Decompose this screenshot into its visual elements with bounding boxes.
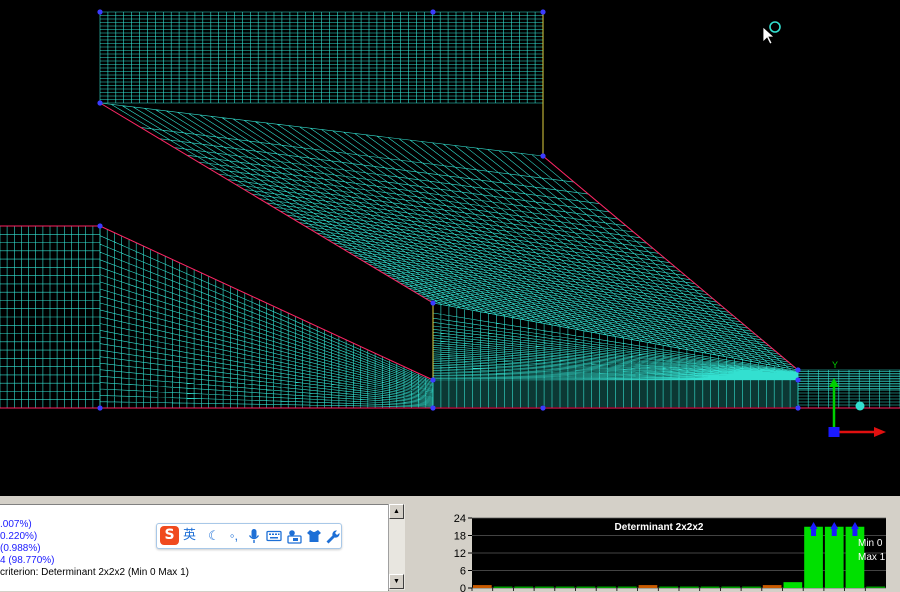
axis-y-label: Y bbox=[832, 360, 838, 370]
bottom-panel: .007%) 0.220%) (0.988%) 4 (98.770%) crit… bbox=[0, 496, 900, 592]
message-line: criterion: Determinant 2x2x2 (Min 0 Max … bbox=[0, 567, 189, 578]
mesh-vertex bbox=[97, 405, 103, 411]
scroll-down-button[interactable]: ▼ bbox=[389, 574, 404, 589]
message-line: (0.988%) bbox=[0, 543, 41, 554]
message-line: 0.220%) bbox=[0, 531, 38, 542]
message-line: .007%) bbox=[0, 519, 32, 530]
histogram-min-label: Min 0 bbox=[858, 538, 883, 549]
message-line: 4 (98.770%) bbox=[0, 555, 55, 566]
histogram-bar bbox=[783, 582, 803, 588]
message-scrollbar[interactable]: ▲ ▼ bbox=[388, 504, 405, 590]
histogram-bar bbox=[617, 586, 637, 588]
histogram-ytick-label: 18 bbox=[454, 531, 466, 543]
mesh-block-outlet bbox=[797, 369, 900, 391]
toolbox-icon[interactable] bbox=[285, 527, 303, 545]
histogram-ytick-label: 24 bbox=[454, 513, 466, 525]
skin-icon[interactable] bbox=[305, 527, 323, 545]
histogram-ytick-label: 0 bbox=[460, 583, 466, 592]
mesh-vertex bbox=[795, 405, 801, 411]
rotation-center-icon bbox=[855, 401, 865, 411]
histogram-bar bbox=[762, 585, 782, 588]
histogram-ytick-label: 6 bbox=[460, 566, 466, 578]
ime-logo-icon[interactable]: S bbox=[160, 526, 179, 545]
histogram-panel[interactable]: 24 18 12 6 0 Determinant 2x2x2 Min 0 Max 1 bbox=[416, 504, 900, 592]
histogram-bar bbox=[700, 586, 720, 588]
histogram-title: Determinant 2x2x2 bbox=[615, 522, 704, 533]
keyboard-icon[interactable] bbox=[265, 527, 283, 545]
histogram-bar bbox=[680, 586, 699, 588]
histogram-max-label: Max 1 bbox=[858, 552, 886, 563]
ime-toolbar[interactable]: S 英 ☾ ◦, bbox=[156, 523, 342, 549]
histogram-bar bbox=[638, 585, 658, 588]
histogram-bar bbox=[493, 586, 513, 588]
punctuation-icon[interactable]: ◦, bbox=[225, 527, 243, 545]
mesh-block-channel bbox=[432, 379, 799, 409]
mesh-vertex bbox=[430, 300, 436, 306]
microphone-icon[interactable] bbox=[245, 527, 263, 545]
histogram-bar bbox=[742, 586, 761, 588]
histogram-bar bbox=[514, 586, 534, 588]
histogram-ytick-label: 12 bbox=[454, 548, 466, 560]
mesh-block-left bbox=[0, 225, 101, 409]
mesh-vertex bbox=[795, 367, 801, 373]
mesh-vertex bbox=[430, 377, 436, 383]
mesh-canvas[interactable]: Y bbox=[0, 0, 900, 496]
histogram-bar bbox=[659, 586, 678, 588]
histogram-bar bbox=[535, 586, 554, 588]
moon-icon[interactable]: ☾ bbox=[205, 527, 223, 545]
mesh-vertex bbox=[430, 405, 436, 411]
histogram-bar bbox=[721, 586, 741, 588]
mesh-vertex bbox=[795, 377, 801, 383]
mesh-vertex bbox=[540, 153, 546, 159]
mesh-vertex bbox=[540, 405, 546, 411]
ime-language-toggle[interactable]: 英 bbox=[183, 527, 196, 545]
mesh-block-outlet-low bbox=[797, 389, 900, 409]
mesh-vertex bbox=[97, 100, 103, 106]
histogram-bar bbox=[473, 585, 492, 588]
mesh-vertex bbox=[97, 9, 103, 15]
message-window[interactable]: .007%) 0.220%) (0.988%) 4 (98.770%) crit… bbox=[0, 504, 389, 591]
mouse-cursor-icon bbox=[762, 21, 781, 45]
histogram-bar bbox=[555, 586, 575, 588]
wrench-icon[interactable] bbox=[323, 527, 341, 545]
mesh-vertex bbox=[540, 9, 546, 15]
histogram-bar bbox=[866, 586, 885, 588]
histogram-bar bbox=[597, 586, 616, 588]
histogram-chart[interactable]: 24 18 12 6 0 Determinant 2x2x2 Min 0 Max 1 bbox=[416, 504, 900, 592]
graphics-viewport[interactable]: Y bbox=[0, 0, 900, 496]
scroll-up-button[interactable]: ▲ bbox=[389, 504, 404, 519]
mesh-block-top bbox=[99, 11, 544, 104]
mesh-vertex bbox=[430, 9, 436, 15]
mesh-vertex bbox=[97, 223, 103, 229]
histogram-bar bbox=[576, 586, 596, 588]
